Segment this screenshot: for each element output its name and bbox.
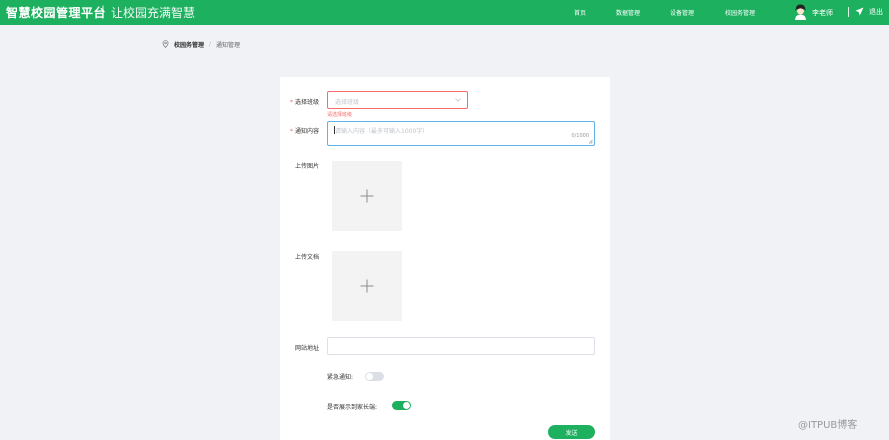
logout-link[interactable]: 退出 xyxy=(869,7,883,17)
toggle-knob xyxy=(403,402,410,409)
urgent-label: 紧急通知: xyxy=(327,374,354,381)
app-slogan: 让校园充满智慧 xyxy=(111,6,196,20)
nav-data-management[interactable]: 数据管理 xyxy=(616,8,640,17)
breadcrumb-campus-affairs[interactable]: 校园务管理 xyxy=(174,40,204,49)
document-upload-label: 上传文档 xyxy=(295,254,320,261)
watermark-text: @ITPUB博客 xyxy=(798,420,858,431)
breadcrumb: 校园务管理 / 通知管理 xyxy=(162,39,240,49)
plus-icon xyxy=(360,189,374,203)
avatar[interactable] xyxy=(794,4,807,20)
content-textarea[interactable]: 请输入内容（最多可输入1000字） 0/1000 xyxy=(327,121,595,146)
url-input[interactable] xyxy=(327,337,595,355)
breadcrumb-notice-management: 通知管理 xyxy=(216,41,241,49)
class-select[interactable]: 选择班级 xyxy=(327,91,468,109)
class-error-message: 请选择班级 xyxy=(327,112,353,118)
url-label: 网站地址 xyxy=(295,345,320,352)
image-upload-box[interactable] xyxy=(332,161,402,231)
send-button[interactable]: 发送 xyxy=(548,425,595,439)
class-select-placeholder: 选择班级 xyxy=(335,99,360,106)
content-label: * 通知内容 xyxy=(290,128,320,135)
content-placeholder: 请输入内容（最多可输入1000字） xyxy=(335,128,429,135)
title-separator: | xyxy=(101,4,106,18)
user-name[interactable]: 李老师 xyxy=(812,8,833,18)
resize-grip-icon[interactable] xyxy=(588,139,593,144)
header-divider xyxy=(848,7,849,17)
image-upload-label: 上传图片 xyxy=(295,163,320,170)
show-parents-toggle[interactable] xyxy=(392,401,411,410)
send-arrow-icon[interactable] xyxy=(855,7,864,16)
top-bar: 智慧校园管理平台 | 让校园充满智慧 首页 数据管理 设备管理 校园务管理 李老… xyxy=(0,0,889,25)
breadcrumb-separator: / xyxy=(209,40,212,48)
urgent-toggle[interactable] xyxy=(365,372,384,381)
chevron-down-icon xyxy=(455,98,461,102)
plus-icon xyxy=(360,279,374,293)
class-label: * 选择班级 xyxy=(290,99,320,106)
location-pin-icon xyxy=(162,40,169,48)
document-upload-box[interactable] xyxy=(332,251,402,321)
app-title: 智慧校园管理平台 xyxy=(6,6,107,20)
nav-campus-affairs[interactable]: 校园务管理 xyxy=(725,8,755,17)
nav-home[interactable]: 首页 xyxy=(574,8,586,17)
show-parents-label: 是否展示到家长端: xyxy=(327,404,378,411)
toggle-knob xyxy=(366,373,373,380)
content-char-count: 0/1000 xyxy=(571,133,589,139)
nav-device-management[interactable]: 设备管理 xyxy=(670,8,694,17)
